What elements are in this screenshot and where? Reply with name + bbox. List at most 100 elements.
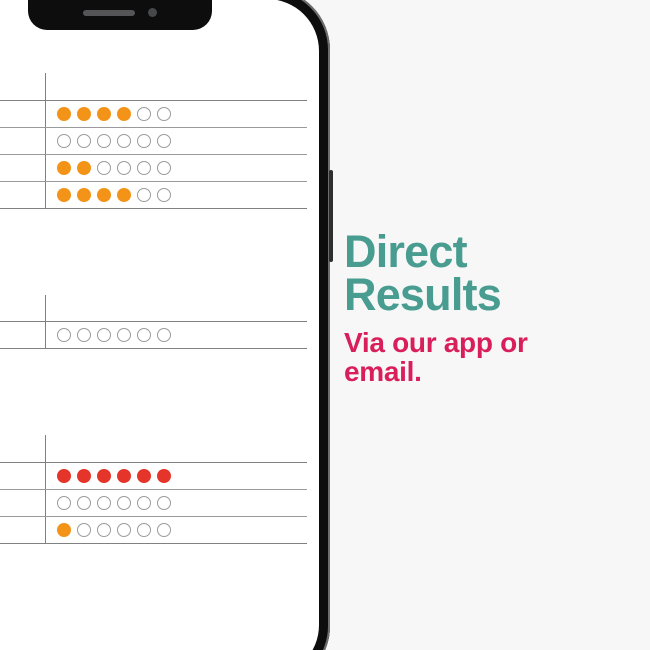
score-dot-empty <box>116 495 131 510</box>
score-dot-empty <box>116 328 131 342</box>
table-header-scale <box>44 435 307 463</box>
row-score-dots <box>44 181 308 209</box>
score-dot-filled <box>116 187 131 202</box>
score-dot-filled <box>116 468 131 483</box>
score-dot-group <box>56 468 308 483</box>
row-label <box>0 462 45 490</box>
table-row[interactable] <box>0 462 308 490</box>
row-score-dots <box>44 321 308 349</box>
speaker-grille-icon <box>83 9 135 16</box>
table-header-row: on <box>0 435 307 463</box>
score-dot-group <box>56 328 308 342</box>
row-label: m <box>0 181 45 209</box>
score-dot-empty <box>136 160 151 175</box>
table-header-scale <box>44 294 307 322</box>
row-label: tion <box>0 321 45 349</box>
score-dot-group <box>56 133 308 148</box>
score-dot-empty <box>96 160 111 175</box>
screenshot-canvas: onmtionmontionontion Direct Results Via … <box>0 0 650 650</box>
score-dot-filled <box>96 468 111 483</box>
row-label <box>0 516 45 544</box>
phone-screen: onmtionmontionontion <box>0 0 319 650</box>
row-score-dots <box>44 489 308 517</box>
phone-notch <box>28 0 212 30</box>
page-subtitle-line-1: Via our app or <box>344 326 528 358</box>
score-dot-empty <box>76 522 91 537</box>
power-button[interactable] <box>329 170 333 262</box>
page-subtitle-line-2: email. <box>344 356 422 388</box>
row-label: m <box>0 100 45 128</box>
results-table: onmtionm <box>0 73 307 209</box>
score-dot-empty <box>156 106 171 121</box>
score-dot-filled <box>96 106 111 121</box>
score-dot-empty <box>76 495 91 510</box>
table-header-label: on <box>0 435 45 463</box>
score-dot-empty <box>56 495 71 510</box>
table-row[interactable]: tion <box>0 127 308 155</box>
score-dot-empty <box>76 328 91 342</box>
score-dot-group <box>56 187 308 202</box>
score-dot-filled <box>56 468 71 483</box>
table-header-label: on <box>0 73 45 101</box>
table-row[interactable]: tion <box>0 489 308 517</box>
score-dot-filled <box>136 468 151 483</box>
table-row[interactable] <box>0 154 308 182</box>
results-report: onmtionmontionontion <box>0 0 319 544</box>
score-dot-group <box>56 106 308 121</box>
marketing-copy: Direct Results Via our app or email. <box>344 229 634 388</box>
score-dot-empty <box>116 160 131 175</box>
table-row[interactable]: m <box>0 181 308 209</box>
score-dot-empty <box>156 495 171 510</box>
table-header-row: on <box>0 294 307 322</box>
table-header-label: on <box>0 294 45 322</box>
table-header-row: on <box>0 73 307 101</box>
score-dot-group <box>56 522 308 537</box>
results-table: ontion <box>0 294 308 349</box>
score-dot-filled <box>156 468 171 483</box>
row-label: tion <box>0 127 45 155</box>
table-row[interactable] <box>0 516 308 544</box>
score-dot-empty <box>136 522 151 537</box>
score-dot-empty <box>136 328 151 342</box>
score-dot-group <box>56 160 308 175</box>
row-score-dots <box>44 462 308 490</box>
score-dot-empty <box>156 160 171 175</box>
front-camera-icon <box>148 8 157 17</box>
score-dot-filled <box>116 106 131 121</box>
score-dot-filled <box>56 160 71 175</box>
score-dot-empty <box>116 133 131 148</box>
score-dot-empty <box>156 133 171 148</box>
score-dot-empty <box>96 328 111 342</box>
score-dot-group <box>56 495 308 510</box>
section-two: ontion <box>0 294 308 349</box>
score-dot-empty <box>136 106 151 121</box>
score-dot-empty <box>136 495 151 510</box>
row-score-dots <box>44 154 308 182</box>
score-dot-empty <box>156 328 171 342</box>
score-dot-empty <box>116 522 131 537</box>
score-dot-empty <box>156 522 171 537</box>
score-dot-filled <box>76 468 91 483</box>
phone-mockup: onmtionmontionontion <box>0 0 333 650</box>
score-dot-empty <box>136 133 151 148</box>
score-dot-empty <box>76 133 91 148</box>
row-label: tion <box>0 489 45 517</box>
score-dot-empty <box>156 187 171 202</box>
page-title: Direct Results <box>344 229 634 320</box>
table-row[interactable]: m <box>0 100 308 128</box>
row-score-dots <box>44 127 308 155</box>
table-row[interactable]: tion <box>0 321 308 349</box>
section-one: onmtionm <box>0 73 307 209</box>
score-dot-empty <box>96 522 111 537</box>
row-score-dots <box>44 100 308 128</box>
score-dot-empty <box>56 328 71 342</box>
score-dot-filled <box>76 160 91 175</box>
score-dot-empty <box>96 133 111 148</box>
row-label <box>0 154 45 182</box>
page-title-line-2: Results <box>344 268 502 320</box>
score-dot-filled <box>56 106 71 121</box>
score-dot-empty <box>96 495 111 510</box>
score-dot-filled <box>56 522 71 537</box>
score-dot-empty <box>136 187 151 202</box>
results-table: on tion <box>0 435 307 544</box>
